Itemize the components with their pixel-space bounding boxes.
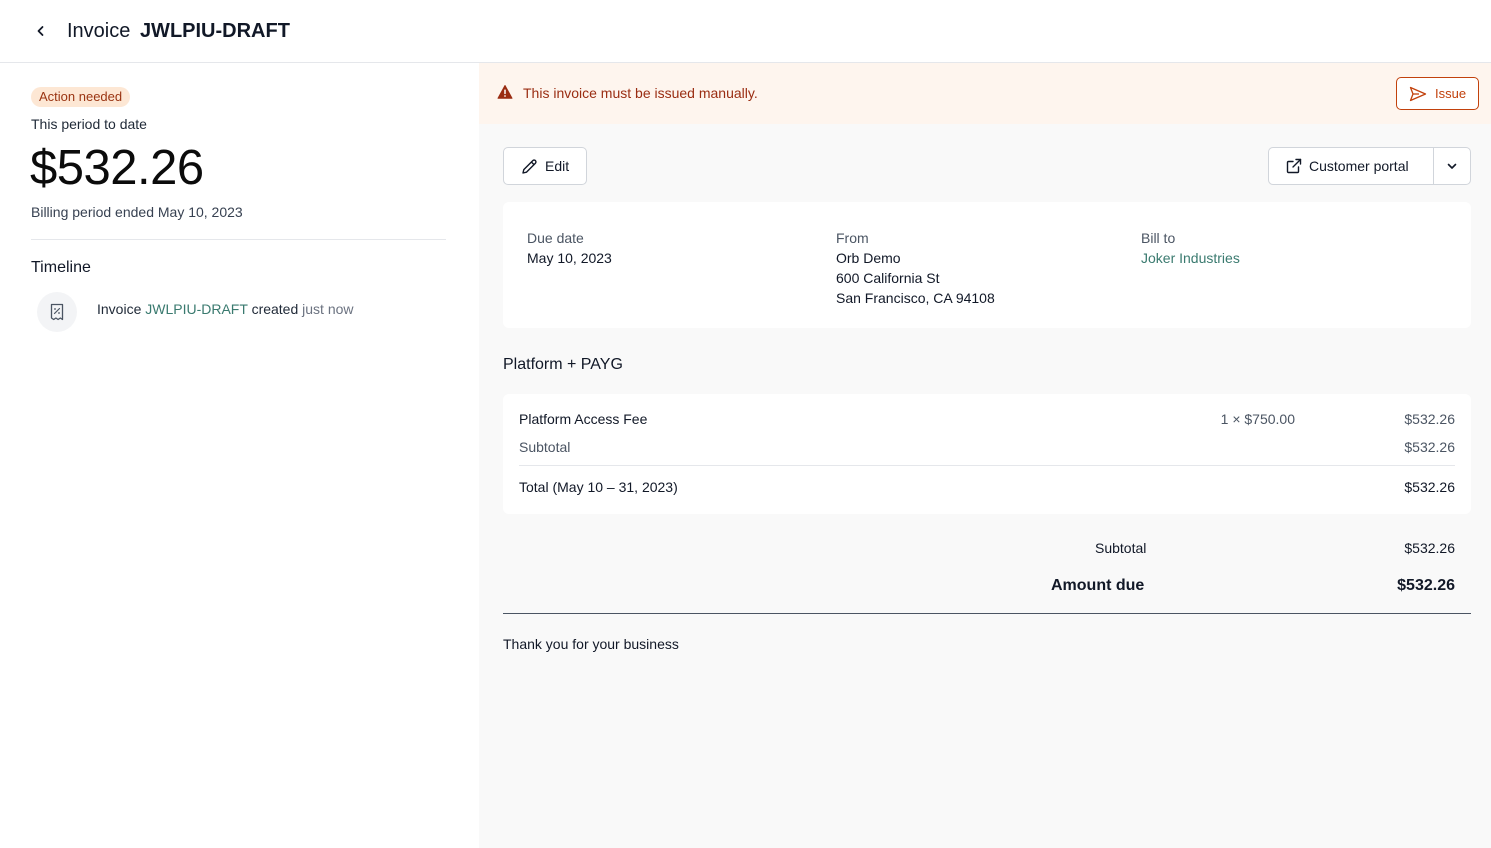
- bill-to-label: Bill to: [1141, 230, 1176, 246]
- edit-button[interactable]: Edit: [503, 147, 587, 185]
- bill-to-customer-link[interactable]: Joker Industries: [1141, 248, 1240, 268]
- period-label: This period to date: [31, 116, 147, 132]
- warning-icon: [497, 85, 513, 99]
- due-date-label: Due date: [527, 230, 584, 246]
- amount-due-value: $532.26: [1397, 577, 1455, 594]
- due-date-value: May 10, 2023: [527, 250, 612, 266]
- timeline-action: created: [251, 301, 299, 317]
- alert-message: This invoice must be issued manually.: [523, 85, 758, 101]
- page-header: Invoice JWLPIU-DRAFT: [0, 0, 1491, 63]
- customer-portal-button[interactable]: Customer portal: [1268, 147, 1434, 185]
- external-link-icon: [1286, 158, 1302, 174]
- from-section: From Orb Demo 600 California St San Fran…: [836, 228, 995, 308]
- back-button[interactable]: [30, 20, 52, 42]
- receipt-icon: [50, 303, 64, 321]
- page-title-invoice-id: JWLPIU-DRAFT: [139, 20, 290, 42]
- timeline-invoice-link[interactable]: JWLPIU-DRAFT: [145, 301, 247, 317]
- line-items-subtotal-amount: $532.26: [1404, 439, 1455, 455]
- page-title: Invoice JWLPIU-DRAFT: [67, 19, 290, 43]
- divider: [503, 613, 1471, 614]
- page-title-prefix: Invoice: [67, 20, 131, 42]
- customer-portal-label: Customer portal: [1309, 158, 1409, 174]
- timeline-title: Timeline: [31, 259, 91, 276]
- bill-to-section: Bill to Joker Industries: [1141, 228, 1240, 268]
- line-item-quantity: 1 × $750.00: [1220, 411, 1295, 427]
- line-items-card: Platform Access Fee 1 × $750.00 $532.26 …: [503, 394, 1471, 514]
- billing-period-text: Billing period ended May 10, 2023: [31, 204, 243, 220]
- divider: [519, 465, 1455, 466]
- pencil-icon: [522, 158, 537, 174]
- line-item-amount: $532.26: [1404, 411, 1455, 427]
- invoice-summary-panel: Action needed This period to date $532.2…: [0, 63, 479, 848]
- issue-button-label: Issue: [1435, 86, 1467, 101]
- due-date-section: Due date May 10, 2023: [527, 228, 612, 268]
- timeline-prefix: Invoice: [97, 301, 142, 317]
- from-label: From: [836, 230, 869, 246]
- from-city: San Francisco, CA 94108: [836, 290, 995, 306]
- summary-subtotal-label: Subtotal: [1095, 540, 1147, 556]
- invoice-info-card: Due date May 10, 2023 From Orb Demo 600 …: [503, 202, 1471, 328]
- manual-issue-alert: This invoice must be issued manually. Is…: [479, 63, 1491, 124]
- line-item-name: Platform Access Fee: [519, 411, 648, 427]
- plan-title: Platform + PAYG: [503, 356, 623, 373]
- issue-button[interactable]: Issue: [1396, 77, 1479, 110]
- timeline-event-icon: [37, 292, 77, 332]
- line-item-row: Platform Access Fee 1 × $750.00 $532.26: [519, 409, 1455, 429]
- line-items-subtotal-row: Subtotal $532.26: [519, 437, 1455, 457]
- period-amount: $532.26: [30, 141, 204, 195]
- edit-button-label: Edit: [545, 158, 570, 174]
- chevron-left-icon: [37, 26, 44, 36]
- line-items-subtotal-label: Subtotal: [519, 439, 571, 455]
- from-name: Orb Demo: [836, 250, 901, 266]
- invoice-detail-panel: This invoice must be issued manually. Is…: [479, 63, 1491, 848]
- summary-subtotal-amount: $532.26: [1404, 540, 1455, 556]
- timeline-event-text: Invoice JWLPIU-DRAFT created just now: [97, 301, 354, 317]
- timeline-time: just now: [302, 301, 354, 317]
- line-items-total-label: Total (May 10 – 31, 2023): [519, 479, 678, 495]
- send-icon: [1409, 86, 1427, 101]
- divider: [31, 239, 446, 240]
- line-items-total-amount: $532.26: [1404, 479, 1455, 495]
- chevron-down-icon: [1447, 163, 1457, 169]
- thank-you-note: Thank you for your business: [503, 636, 679, 652]
- line-items-total-row: Total (May 10 – 31, 2023) $532.26: [519, 477, 1455, 497]
- status-badge: Action needed: [31, 87, 131, 107]
- customer-portal-dropdown-button[interactable]: [1433, 147, 1471, 185]
- amount-due-label: Amount due: [1051, 577, 1145, 594]
- from-street: 600 California St: [836, 270, 940, 286]
